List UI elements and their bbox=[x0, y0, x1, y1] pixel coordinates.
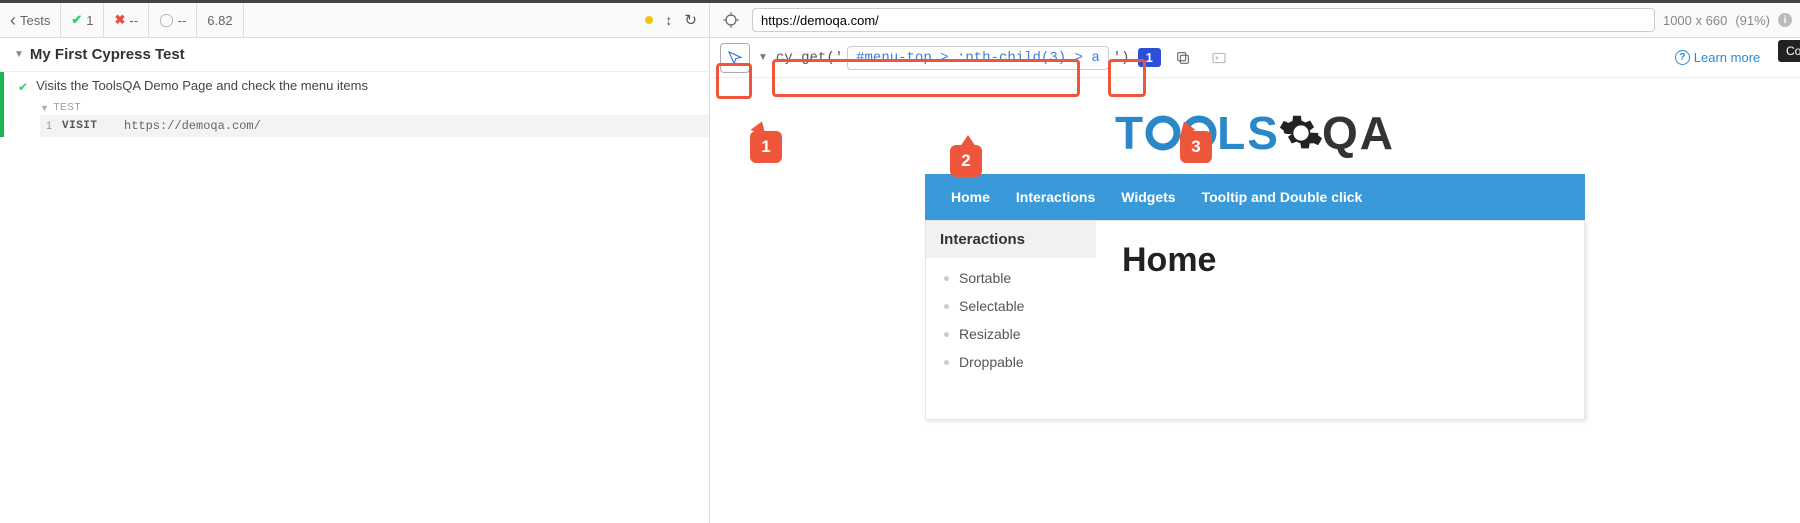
duration: 6.82 bbox=[197, 3, 243, 37]
check-icon: ✔ bbox=[18, 80, 28, 94]
sidebar-item[interactable]: Sortable bbox=[926, 264, 1096, 292]
pending-icon: ◯ bbox=[159, 12, 174, 28]
check-icon: ✔ bbox=[71, 12, 82, 28]
crosshair-icon bbox=[723, 12, 739, 28]
nav-link-interactions[interactable]: Interactions bbox=[1016, 189, 1095, 205]
command-section-label: ▼ TEST bbox=[40, 102, 709, 113]
selector-prefix: cy.get(' bbox=[776, 50, 843, 66]
annotation-badge-2: 2 bbox=[950, 145, 982, 177]
gear-icon bbox=[1278, 110, 1324, 156]
print-to-console-button[interactable] bbox=[1205, 44, 1233, 72]
page-title: Home bbox=[1122, 241, 1558, 280]
bullet-icon bbox=[944, 332, 949, 337]
bullet-icon bbox=[944, 276, 949, 281]
url-input[interactable] bbox=[752, 8, 1655, 32]
back-to-tests-button[interactable]: Tests bbox=[0, 3, 61, 37]
site-logo: TLSQA bbox=[710, 78, 1800, 174]
copy-icon bbox=[1175, 50, 1191, 66]
viewport-size: 1000 x 660 bbox=[1663, 13, 1727, 28]
spec-title: My First Cypress Test bbox=[30, 46, 185, 63]
command-row[interactable]: 1 VISIT https://demoqa.com/ bbox=[40, 115, 709, 137]
selector-playground-toggle[interactable] bbox=[718, 7, 744, 33]
command-message: https://demoqa.com/ bbox=[124, 119, 261, 133]
nav-link-home[interactable]: Home bbox=[951, 189, 990, 205]
question-icon: ? bbox=[1675, 50, 1690, 65]
main-nav: Home Interactions Widgets Tooltip and Do… bbox=[925, 174, 1585, 220]
cypress-command-log: Tests ✔ 1 ✖ -- ◯ -- 6.82 bbox=[0, 3, 710, 523]
match-count-badge: 1 bbox=[1138, 48, 1161, 67]
nav-link-tooltip[interactable]: Tooltip and Double click bbox=[1202, 189, 1363, 205]
command-name: VISIT bbox=[62, 120, 124, 132]
main-content: Home bbox=[1096, 221, 1584, 419]
selector-value[interactable]: #menu-top > :nth-child(3) > a bbox=[847, 46, 1109, 70]
nav-link-widgets[interactable]: Widgets bbox=[1121, 189, 1175, 205]
app-under-test[interactable]: TLSQA Home Interactions Widgets Tooltip … bbox=[710, 78, 1800, 523]
sidebar-item[interactable]: Resizable bbox=[926, 320, 1096, 348]
copy-tooltip: Copy to clipboard bbox=[1778, 40, 1800, 62]
expand-collapse-button[interactable] bbox=[665, 12, 672, 28]
bullet-icon bbox=[944, 360, 949, 365]
command-number: 1 bbox=[46, 120, 62, 132]
learn-more-link[interactable]: ? Learn more bbox=[1675, 50, 1760, 65]
bullet-icon bbox=[944, 304, 949, 309]
sidebar-item[interactable]: Droppable bbox=[926, 348, 1096, 376]
selector-playground-row: ▼ cy.get(' #menu-top > :nth-child(3) > a… bbox=[710, 38, 1800, 78]
runner-toolbar: Tests ✔ 1 ✖ -- ◯ -- 6.82 bbox=[0, 3, 709, 38]
sidebar-title: Interactions bbox=[926, 221, 1096, 258]
back-label: Tests bbox=[20, 13, 50, 28]
terminal-icon bbox=[1211, 50, 1227, 66]
element-picker-button[interactable] bbox=[720, 43, 750, 73]
status-dot-icon bbox=[645, 16, 653, 24]
test-title: Visits the ToolsQA Demo Page and check t… bbox=[36, 78, 368, 93]
pending-count: ◯ -- bbox=[149, 3, 197, 37]
selector-code: cy.get(' #menu-top > :nth-child(3) > a '… bbox=[776, 46, 1130, 70]
spec-header[interactable]: ▼ My First Cypress Test bbox=[0, 38, 709, 72]
info-icon[interactable]: i bbox=[1778, 13, 1792, 27]
caret-down-icon: ▼ bbox=[40, 103, 49, 113]
preview-url-bar: 1000 x 660 (91%) i bbox=[710, 3, 1800, 38]
viewport-scale: (91%) bbox=[1735, 13, 1770, 28]
content-box: Interactions Sortable Selectable Resizab… bbox=[925, 220, 1585, 420]
annotation-badge-3: 3 bbox=[1180, 131, 1212, 163]
annotation-badge-1: 1 bbox=[750, 131, 782, 163]
selector-suffix: ') bbox=[1113, 50, 1130, 66]
sidebar-item[interactable]: Selectable bbox=[926, 292, 1096, 320]
caret-down-icon: ▼ bbox=[14, 49, 24, 60]
chevron-left-icon bbox=[10, 10, 20, 31]
copy-to-clipboard-button[interactable] bbox=[1169, 44, 1197, 72]
app-preview-panel: 1000 x 660 (91%) i ▼ cy.get(' #menu-top … bbox=[710, 3, 1800, 523]
test-row[interactable]: ✔ Visits the ToolsQA Demo Page and check… bbox=[4, 72, 709, 100]
sidebar: Interactions Sortable Selectable Resizab… bbox=[926, 221, 1096, 419]
picker-icon bbox=[727, 50, 743, 66]
selector-method-dropdown[interactable]: ▼ bbox=[758, 52, 768, 63]
letter-o-icon bbox=[1143, 113, 1183, 153]
reload-button[interactable] bbox=[684, 11, 697, 29]
pass-count: ✔ 1 bbox=[61, 3, 104, 37]
x-icon: ✖ bbox=[114, 12, 125, 28]
fail-count: ✖ -- bbox=[104, 3, 149, 37]
